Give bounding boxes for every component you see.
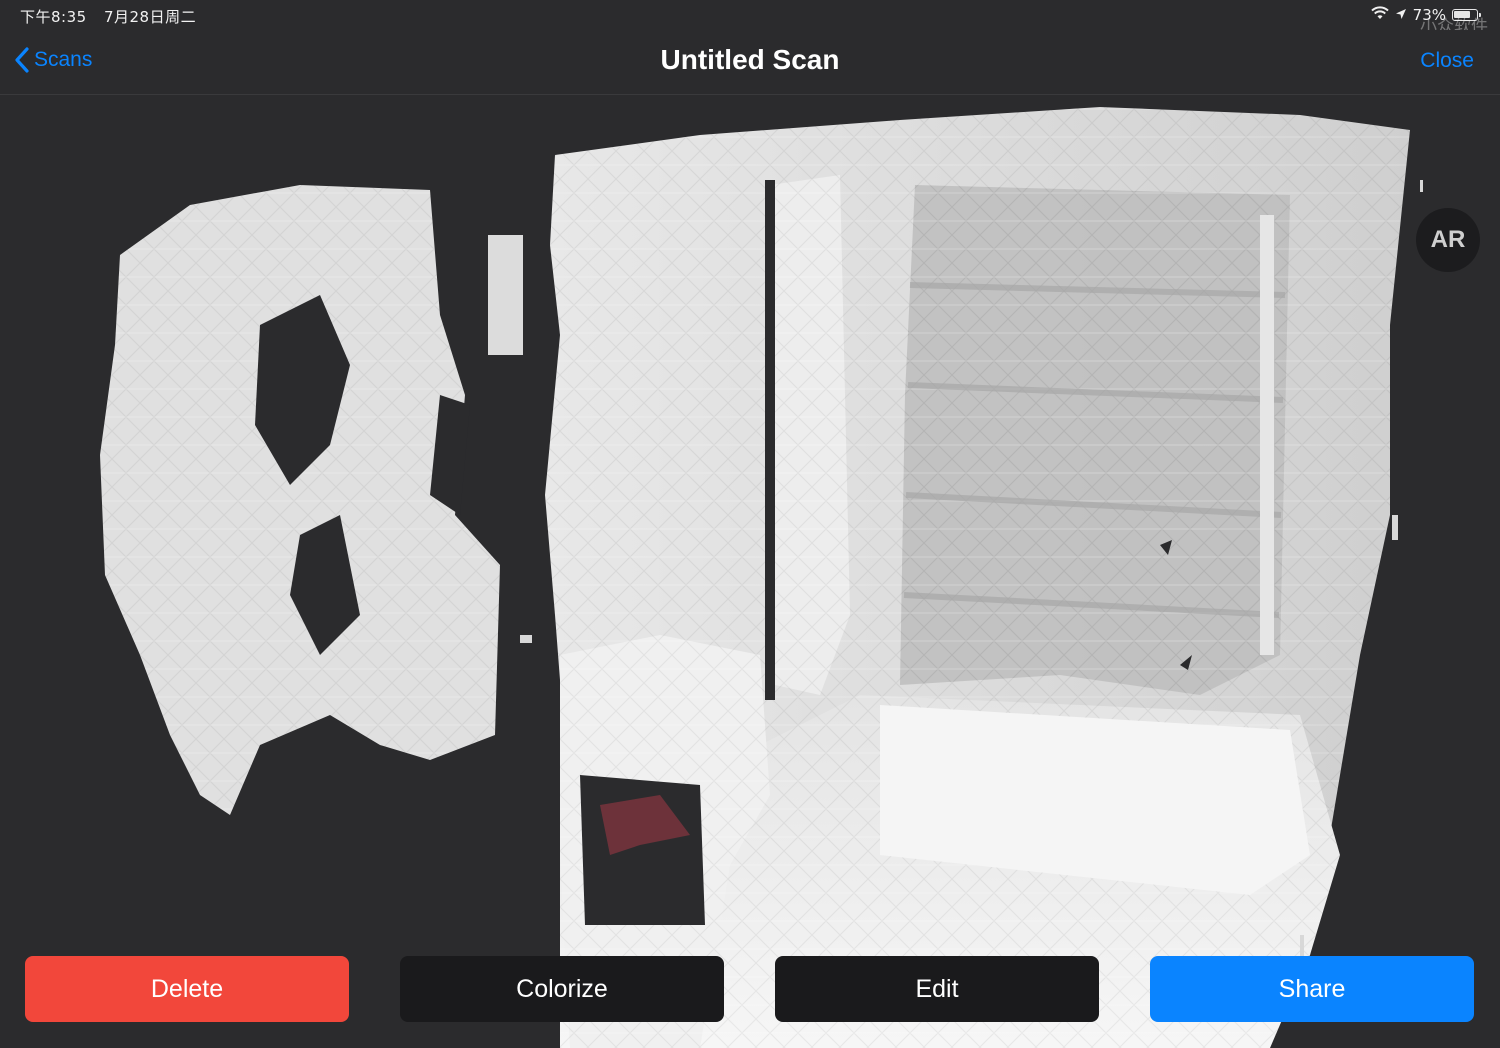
delete-button[interactable]: Delete (25, 956, 349, 1022)
location-arrow-icon (1395, 6, 1407, 24)
share-button[interactable]: Share (1150, 956, 1474, 1022)
ar-button[interactable]: AR (1416, 208, 1480, 272)
colorize-button[interactable]: Colorize (400, 956, 724, 1022)
status-left: 下午8:35 7月28日周二 (20, 6, 196, 27)
page-title: Untitled Scan (660, 44, 840, 75)
action-toolbar: Delete Colorize Edit Share (0, 956, 1500, 1024)
close-button[interactable]: Close (1420, 49, 1474, 73)
wifi-icon (1370, 6, 1389, 24)
status-date: 7月28日周二 (103, 8, 197, 26)
status-time: 下午8:35 (20, 8, 87, 26)
edit-button[interactable]: Edit (775, 956, 1099, 1022)
scan-mesh-render (100, 107, 1423, 1048)
status-bar: 下午8:35 7月28日周二 73% 小众软件 (0, 0, 1500, 37)
navigation-bar: Scans Untitled Scan Close (0, 30, 1500, 95)
scan-3d-viewport[interactable]: AR (0, 95, 1500, 1048)
